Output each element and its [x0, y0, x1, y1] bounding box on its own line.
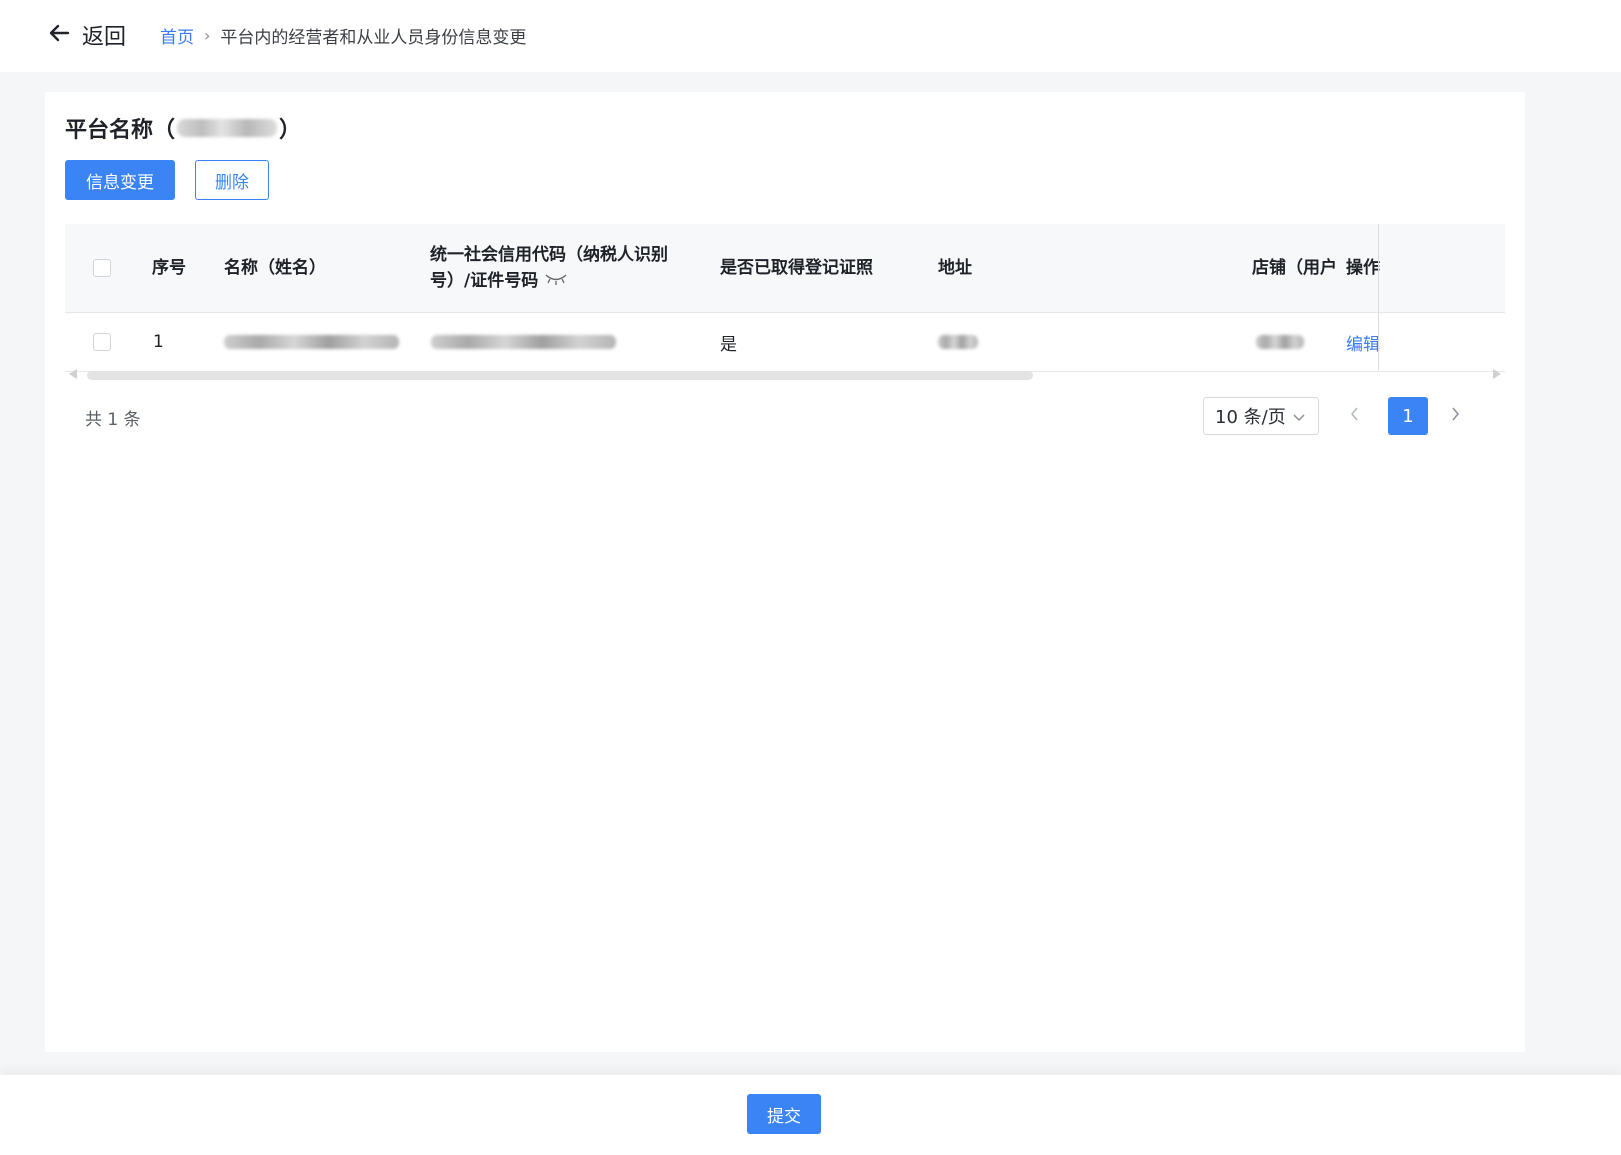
row-name-cell: [224, 313, 399, 371]
total-count: 共 1 条: [85, 409, 141, 430]
row-cell-select: [93, 313, 111, 371]
redacted-name: [224, 335, 399, 349]
main-card: 平台名称（ ） 信息变更 删除 序号 名称（姓名） 统一社会信用代码（纳税人识别…: [45, 92, 1525, 1052]
row-checkbox[interactable]: [93, 333, 111, 351]
scroll-right-arrow-icon[interactable]: [1493, 369, 1501, 379]
header-cell-select: [93, 224, 111, 312]
chevron-right-icon: [1448, 407, 1462, 428]
page-number-current[interactable]: 1: [1388, 397, 1428, 435]
breadcrumb-home-link[interactable]: 首页: [160, 23, 194, 48]
row-shop-cell: [1256, 313, 1304, 371]
back-label: 返回: [82, 25, 127, 50]
page-size-value: 10 条/页: [1215, 407, 1286, 428]
select-all-checkbox[interactable]: [93, 259, 111, 277]
scrollbar-thumb[interactable]: [87, 371, 1033, 380]
back-button[interactable]: 返回: [48, 17, 126, 53]
fixed-column-divider: [1378, 224, 1379, 370]
edit-link[interactable]: 编辑: [1346, 330, 1380, 355]
redacted-platform-name: [177, 119, 278, 137]
redacted-credit-code: [431, 335, 616, 349]
header-credit-code-line2: 号）/证件号码: [430, 271, 539, 291]
header-credit-code: 统一社会信用代码（纳税人识别 号）/证件号码: [430, 224, 690, 312]
header-licensed: 是否已取得登记证照: [720, 258, 873, 278]
edit-link-cell: 编辑: [1346, 313, 1380, 371]
breadcrumb: 首页 › 平台内的经营者和从业人员身份信息变更: [160, 22, 526, 48]
arrow-left-icon: [48, 22, 70, 48]
title-prefix: 平台名称（: [65, 118, 176, 143]
info-change-button[interactable]: 信息变更: [65, 160, 175, 200]
row-address-cell: [938, 313, 978, 371]
footer-bar: 提交: [0, 1075, 1621, 1155]
row-credit-code-cell: [431, 313, 616, 371]
header-action: 操作: [1346, 258, 1380, 278]
header-credit-code-line1: 统一社会信用代码（纳税人识别: [430, 245, 668, 265]
breadcrumb-separator: ›: [204, 25, 211, 45]
data-table: 序号 名称（姓名） 统一社会信用代码（纳税人识别 号）/证件号码 是否已取得登记…: [65, 224, 1505, 372]
next-page-button[interactable]: [1448, 404, 1462, 428]
header-address: 地址: [938, 258, 972, 278]
table-row: 1 是 编辑: [65, 313, 1505, 372]
scroll-left-arrow-icon[interactable]: [69, 369, 77, 379]
row-licensed: 是: [720, 334, 737, 355]
row-index: 1: [153, 332, 164, 352]
delete-button[interactable]: 删除: [195, 160, 269, 200]
top-bar: 返回 首页 › 平台内的经营者和从业人员身份信息变更: [0, 0, 1621, 72]
header-name: 名称（姓名）: [224, 258, 326, 278]
eye-closed-icon[interactable]: [544, 268, 568, 294]
redacted-address: [938, 335, 978, 349]
submit-button[interactable]: 提交: [747, 1094, 821, 1134]
page-size-select[interactable]: 10 条/页: [1203, 397, 1319, 435]
title-suffix: ）: [279, 118, 302, 143]
header-credit-code-line2-wrap: 号）/证件号码: [430, 268, 568, 294]
header-index: 序号: [152, 258, 186, 278]
redacted-shop: [1256, 335, 1304, 349]
chevron-down-icon: [1292, 408, 1306, 429]
horizontal-scrollbar[interactable]: [65, 368, 1505, 380]
prev-page-button[interactable]: [1348, 404, 1362, 428]
table-header-row: 序号 名称（姓名） 统一社会信用代码（纳税人识别 号）/证件号码 是否已取得登记…: [65, 224, 1505, 313]
breadcrumb-current: 平台内的经营者和从业人员身份信息变更: [220, 27, 527, 48]
page-title: 平台名称（ ）: [65, 110, 301, 146]
chevron-left-icon: [1348, 407, 1362, 428]
